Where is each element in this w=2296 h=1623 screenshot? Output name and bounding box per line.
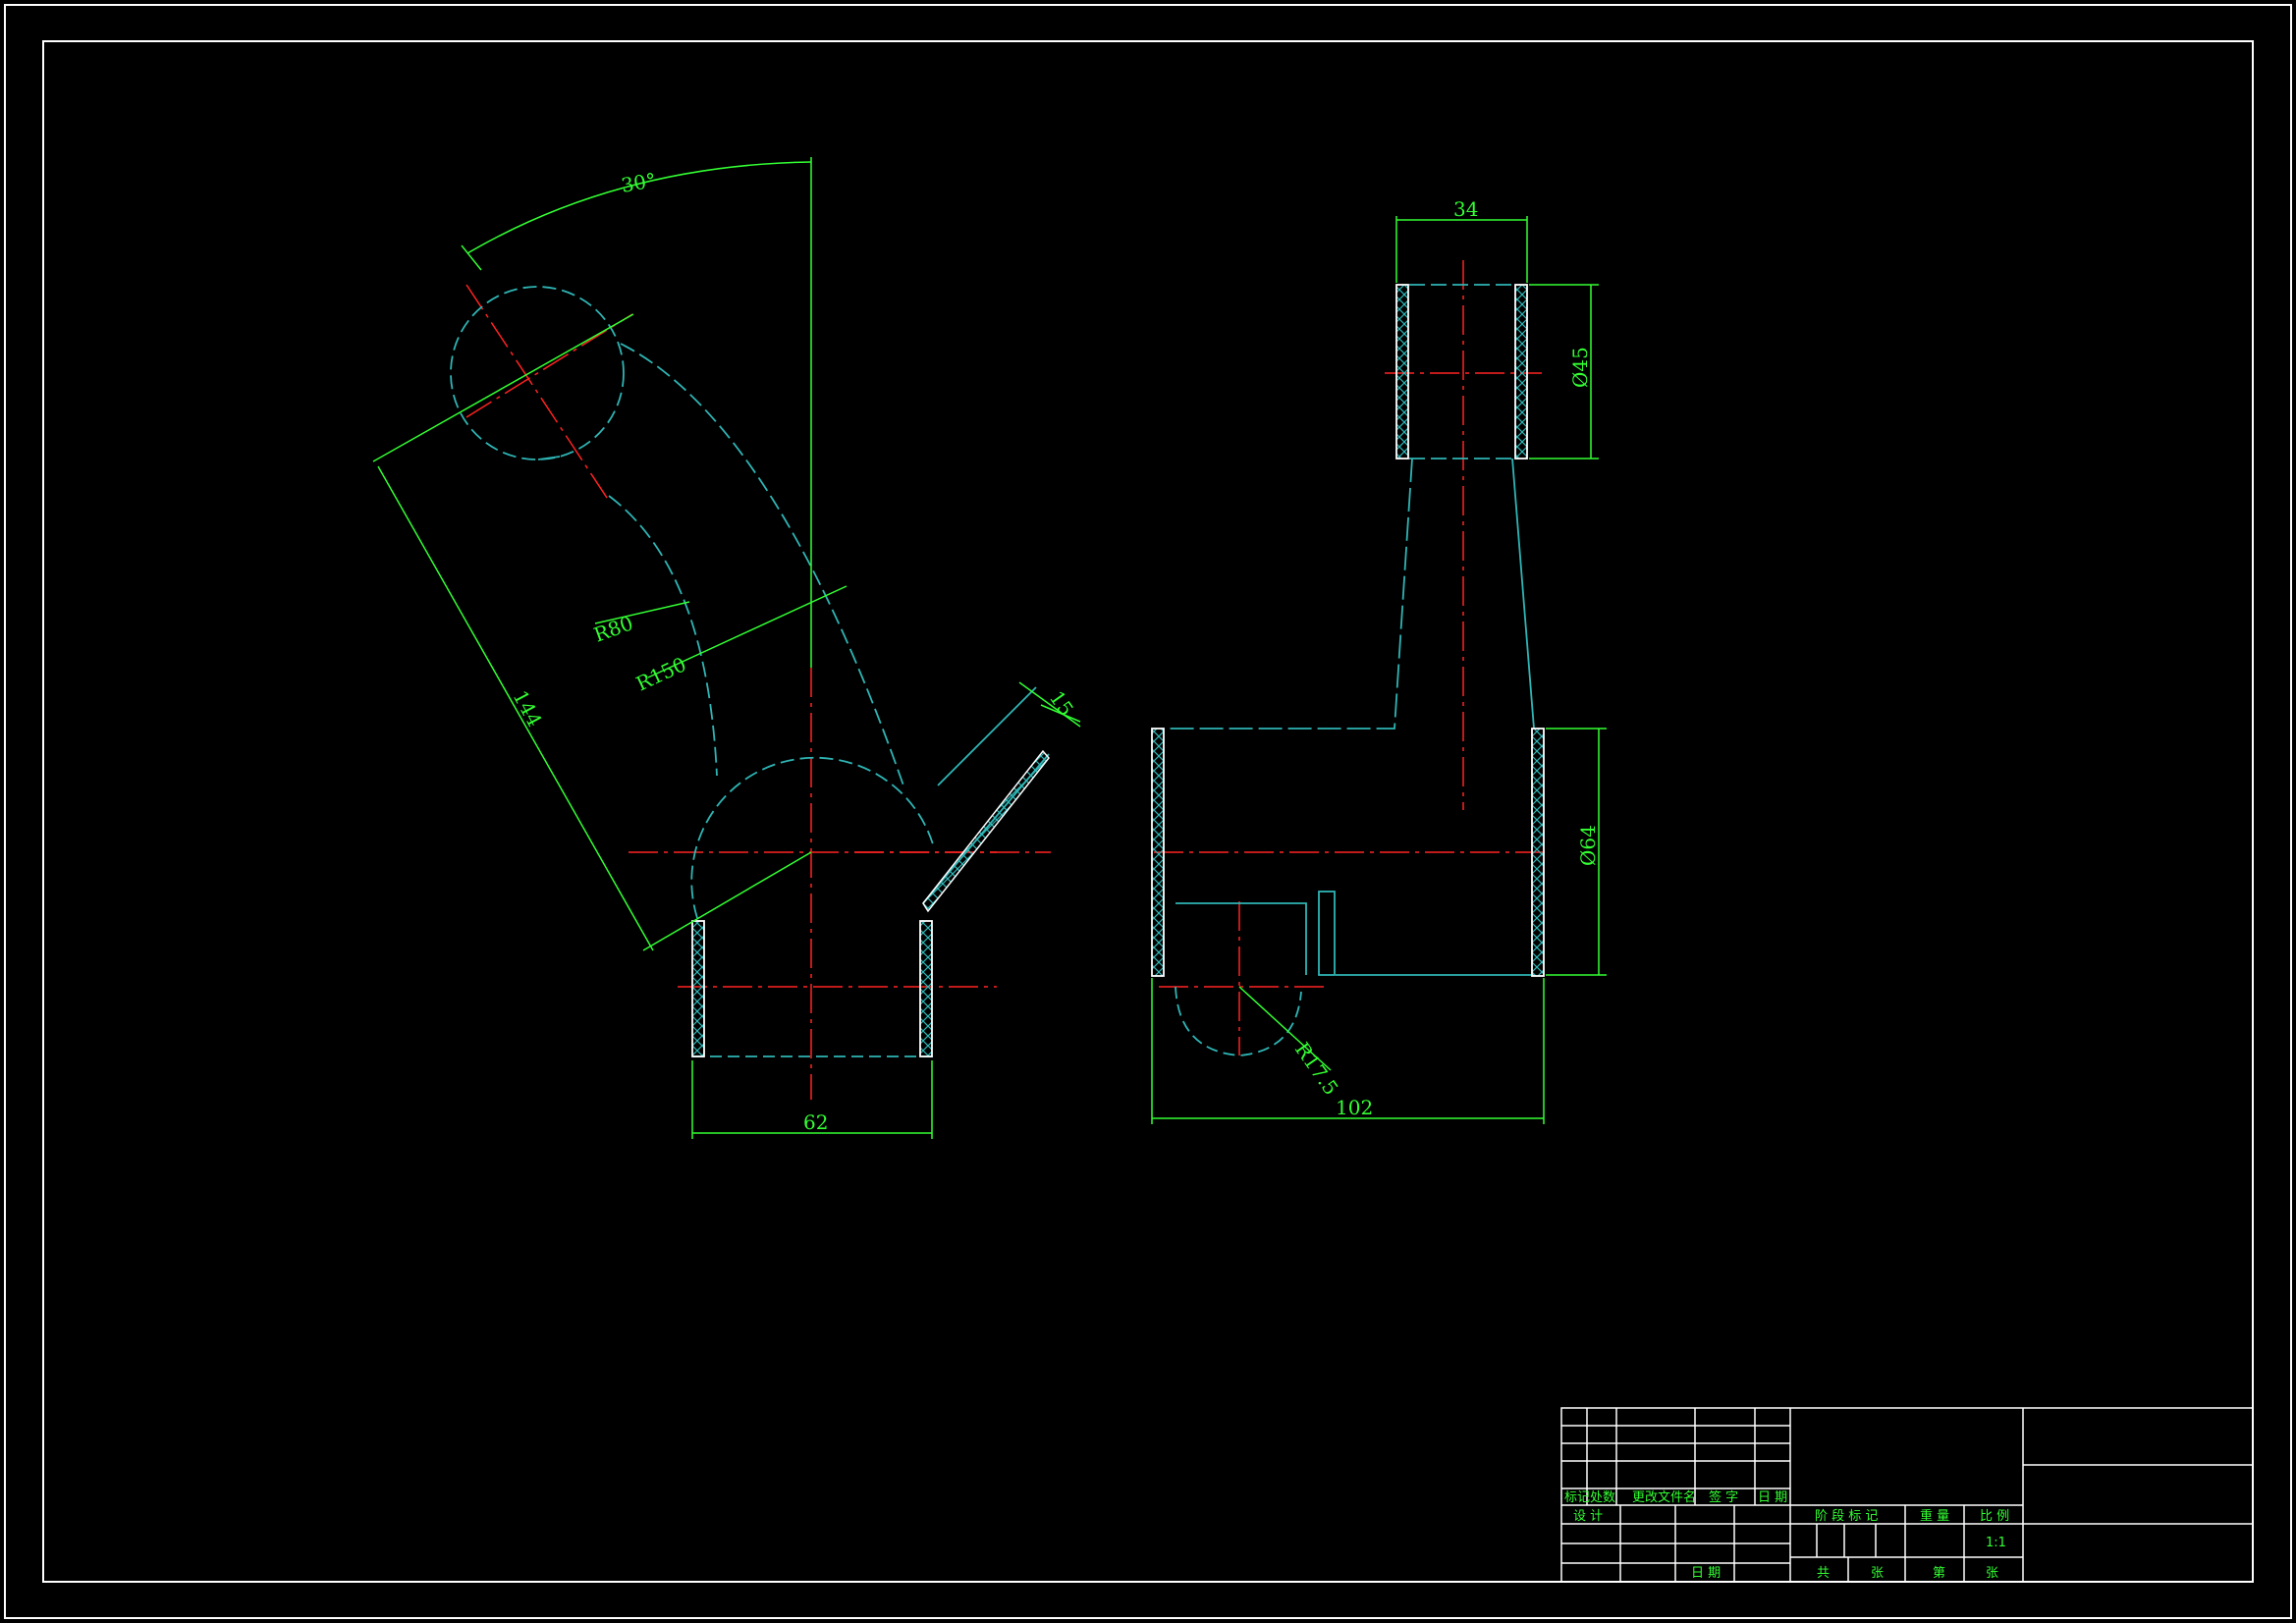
dim-34: 34 — [1453, 197, 1478, 221]
dim-r17: R17.5 — [1290, 1038, 1343, 1100]
tb-sheets: 张 — [1871, 1566, 1884, 1581]
tb-design: 设 计 — [1573, 1509, 1603, 1524]
tb-sheet: 张 — [1986, 1566, 1998, 1581]
dim-144: 144 — [509, 686, 547, 730]
tb-stage-mark: 阶 段 标 记 — [1815, 1509, 1878, 1524]
outer-frame — [4, 4, 2292, 1619]
right-view — [1151, 216, 1607, 1124]
inner-frame — [42, 40, 2254, 1583]
tb-scale-value: 1:1 — [1986, 1536, 2006, 1550]
dim-62: 62 — [803, 1110, 828, 1134]
dim-d64: Ø64 — [1576, 825, 1600, 866]
left-view — [372, 157, 1081, 1139]
dim-102: 102 — [1336, 1096, 1373, 1119]
tb-scale: 比 例 — [1980, 1509, 2009, 1524]
tb-sign: 签 字 — [1709, 1489, 1738, 1505]
cad-drawing: 30° R80 R150 144 15 62 34 Ø45 Ø64 R17.5 … — [4, 4, 2292, 1619]
tb-weight: 重 量 — [1920, 1508, 1949, 1524]
tb-total: 共 — [1817, 1566, 1830, 1581]
tb-count: 处数 — [1590, 1490, 1615, 1505]
dim-d45: Ø45 — [1568, 347, 1592, 388]
tb-change-doc: 更改文件名 — [1632, 1489, 1696, 1505]
tb-date2: 日 期 — [1691, 1566, 1721, 1581]
dim-angle: 30° — [620, 168, 658, 197]
tb-mark: 标记 — [1564, 1490, 1590, 1505]
dim-r80: R80 — [591, 611, 636, 646]
tb-sheet-no: 第 — [1933, 1566, 1945, 1581]
tb-date: 日 期 — [1758, 1490, 1787, 1505]
dim-15: 15 — [1045, 686, 1078, 721]
dim-r150: R150 — [632, 652, 689, 695]
